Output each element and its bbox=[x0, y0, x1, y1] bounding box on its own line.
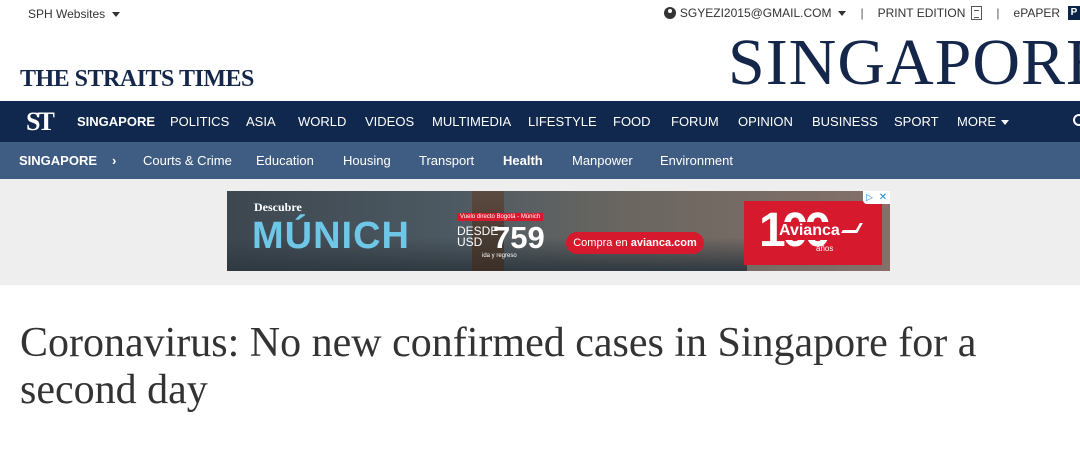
separator: | bbox=[860, 6, 864, 20]
ad-banner[interactable]: Descubre MÚNICH Vuelo directo Bogotá - M… bbox=[227, 191, 890, 271]
ad-cta-prefix: Compra en bbox=[573, 237, 631, 249]
subnav-item-transport[interactable]: Transport bbox=[419, 153, 474, 168]
print-edition-link[interactable]: PRINT EDITION bbox=[878, 6, 983, 20]
account-email: SGYEZI2015@GMAIL.COM bbox=[679, 6, 832, 20]
subnav-item-courts-crime[interactable]: Courts & Crime bbox=[143, 153, 232, 168]
chevron-down-icon bbox=[112, 11, 121, 17]
nav-item-business[interactable]: BUSINESS bbox=[812, 114, 878, 129]
document-icon bbox=[971, 6, 983, 20]
ad-trip: ida y regreso bbox=[482, 253, 517, 259]
main-nav: ST SINGAPORE POLITICS ASIA WORLD VIDEOS … bbox=[0, 101, 1080, 142]
chevron-down-icon bbox=[838, 10, 847, 16]
nav-item-world[interactable]: WORLD bbox=[298, 114, 346, 129]
sph-websites-dropdown[interactable]: SPH Websites bbox=[28, 7, 121, 21]
nav-item-sport[interactable]: SPORT bbox=[894, 114, 939, 129]
ad-price: 759 bbox=[493, 220, 545, 255]
section-title: SINGAPORE bbox=[728, 26, 1080, 99]
chevron-right-icon: › bbox=[112, 153, 117, 168]
ad-strip: Descubre MÚNICH Vuelo directo Bogotá - M… bbox=[0, 179, 1080, 285]
subnav-item-housing[interactable]: Housing bbox=[343, 153, 391, 168]
epaper-label: ePAPER bbox=[1013, 6, 1060, 20]
nav-item-lifestyle[interactable]: LIFESTYLE bbox=[528, 114, 597, 129]
nav-item-food[interactable]: FOOD bbox=[613, 114, 651, 129]
print-edition-label: PRINT EDITION bbox=[877, 6, 966, 20]
nav-item-singapore[interactable]: SINGAPORE bbox=[77, 114, 155, 129]
ad-descubre: Descubre bbox=[254, 200, 302, 214]
sph-websites-label: SPH Websites bbox=[28, 7, 106, 21]
adchoices-icon[interactable]: ▷ bbox=[863, 191, 876, 204]
subnav-section[interactable]: SINGAPORE bbox=[19, 153, 97, 168]
ad-currency: USD bbox=[457, 235, 483, 249]
nav-item-videos[interactable]: VIDEOS bbox=[365, 114, 414, 129]
site-logo[interactable]: THE STRAITS TIMES bbox=[20, 66, 254, 93]
ad-cta-site: avianca.com bbox=[630, 237, 697, 249]
nav-item-forum[interactable]: FORUM bbox=[671, 114, 719, 129]
utility-bar: SPH Websites SGYEZI2015@GMAIL.COM | PRIN… bbox=[0, 0, 1080, 28]
subnav-item-health[interactable]: Health bbox=[503, 153, 543, 168]
subnav-item-manpower[interactable]: Manpower bbox=[572, 153, 633, 168]
article-headline: Coronavirus: No new confirmed cases in S… bbox=[20, 320, 977, 413]
close-icon[interactable]: ✕ bbox=[876, 191, 890, 204]
epaper-link[interactable]: ePAPER P bbox=[1014, 6, 1080, 20]
ad-anos: años bbox=[816, 244, 834, 253]
nav-item-opinion[interactable]: OPINION bbox=[738, 114, 793, 129]
search-icon[interactable] bbox=[1073, 114, 1080, 126]
ad-cta-button[interactable]: Compra en avianca.com bbox=[566, 232, 704, 254]
account-dropdown[interactable]: SGYEZI2015@GMAIL.COM bbox=[663, 6, 847, 20]
nav-item-asia[interactable]: ASIA bbox=[246, 114, 276, 129]
ad-city: MÚNICH bbox=[252, 215, 410, 257]
epaper-icon: P bbox=[1068, 6, 1080, 20]
subnav-item-environment[interactable]: Environment bbox=[660, 153, 733, 168]
user-icon bbox=[663, 7, 676, 19]
chevron-down-icon bbox=[1001, 120, 1009, 126]
sub-nav: SINGAPORE › Courts & Crime Education Hou… bbox=[0, 142, 1080, 179]
ad-brand: Avianca bbox=[777, 222, 842, 240]
nav-item-more-label: MORE bbox=[957, 114, 996, 129]
st-logo[interactable]: ST bbox=[26, 107, 55, 137]
nav-item-more[interactable]: MORE bbox=[957, 114, 1009, 129]
subnav-item-education[interactable]: Education bbox=[256, 153, 314, 168]
nav-item-politics[interactable]: POLITICS bbox=[170, 114, 229, 129]
separator: | bbox=[996, 6, 1000, 20]
nav-item-multimedia[interactable]: MULTIMEDIA bbox=[432, 114, 511, 129]
